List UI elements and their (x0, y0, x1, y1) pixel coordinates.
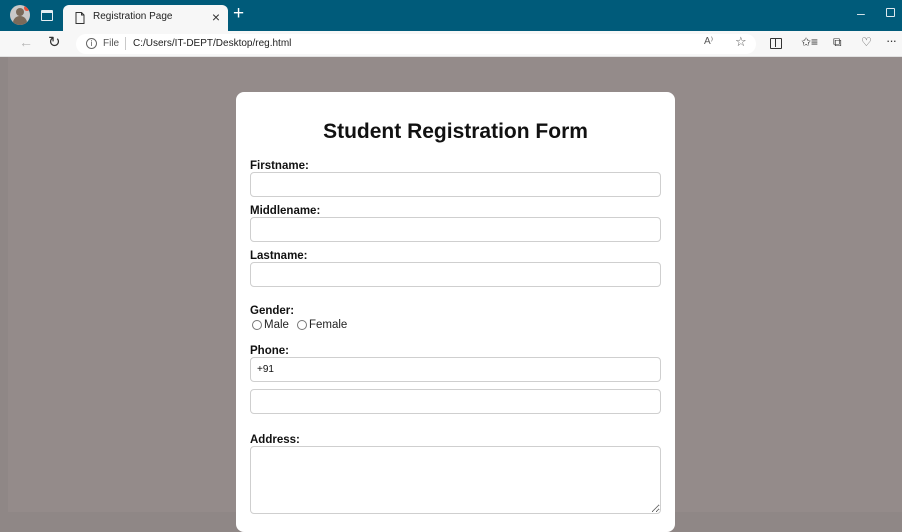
phone-number-input[interactable] (250, 389, 661, 414)
close-tab-icon[interactable]: × (212, 9, 220, 25)
middlename-label: Middlename: (250, 205, 321, 217)
gender-radio-group: Male Female (252, 319, 351, 331)
back-arrow-icon[interactable]: ← (19, 34, 33, 50)
tab-actions-icon[interactable] (41, 10, 53, 21)
address-bar[interactable]: i File C:/Users/IT-DEPT/Desktop/reg.html (76, 34, 756, 54)
lastname-input[interactable] (250, 262, 661, 287)
refresh-icon[interactable]: ↻ (48, 33, 61, 51)
split-screen-icon[interactable] (770, 38, 782, 49)
browser-title-bar: Registration Page × + – (0, 0, 902, 31)
female-label: Female (308, 319, 348, 331)
firstname-input[interactable] (250, 172, 661, 197)
favorite-star-icon[interactable]: ☆ (735, 34, 747, 50)
lastname-label: Lastname: (250, 250, 308, 262)
restore-button[interactable] (886, 8, 895, 17)
browser-toolbar: ← ↻ i File C:/Users/IT-DEPT/Desktop/reg.… (0, 31, 902, 57)
more-options-icon[interactable]: ··· (886, 33, 897, 48)
address-label: Address: (250, 434, 300, 446)
read-aloud-icon[interactable]: A⁾ (704, 36, 713, 47)
new-tab-button[interactable]: + (233, 3, 244, 25)
info-icon[interactable]: i (86, 38, 97, 49)
firstname-label: Firstname: (250, 160, 309, 172)
collections-icon[interactable]: ⧉ (833, 35, 842, 50)
form-title: Student Registration Form (323, 120, 588, 143)
phone-prefix-input[interactable] (250, 357, 661, 382)
address-textarea[interactable] (250, 446, 661, 514)
profile-avatar-icon[interactable] (10, 5, 30, 25)
male-radio[interactable] (252, 320, 262, 330)
page-icon (75, 12, 85, 24)
tab-registration-page[interactable]: Registration Page × (63, 5, 228, 31)
url-text[interactable]: C:/Users/IT-DEPT/Desktop/reg.html (133, 38, 291, 49)
scheme-label: File (103, 38, 120, 49)
male-label: Male (264, 319, 289, 331)
gender-option-female[interactable]: Female (296, 319, 348, 331)
female-radio[interactable] (296, 320, 307, 330)
favorites-icon[interactable]: ✩≡ (801, 35, 818, 49)
registration-form: Student Registration Form Firstname: Mid… (236, 92, 675, 532)
address-divider (125, 37, 126, 50)
gender-label: Gender: (250, 305, 295, 317)
gender-option-male[interactable]: Male (252, 319, 289, 331)
middlename-input[interactable] (250, 217, 661, 242)
performance-heart-icon[interactable]: ♡ (861, 35, 872, 49)
phone-label: Phone: (250, 345, 289, 357)
tab-title: Registration Page (93, 11, 173, 22)
minimize-button[interactable]: – (857, 4, 865, 22)
